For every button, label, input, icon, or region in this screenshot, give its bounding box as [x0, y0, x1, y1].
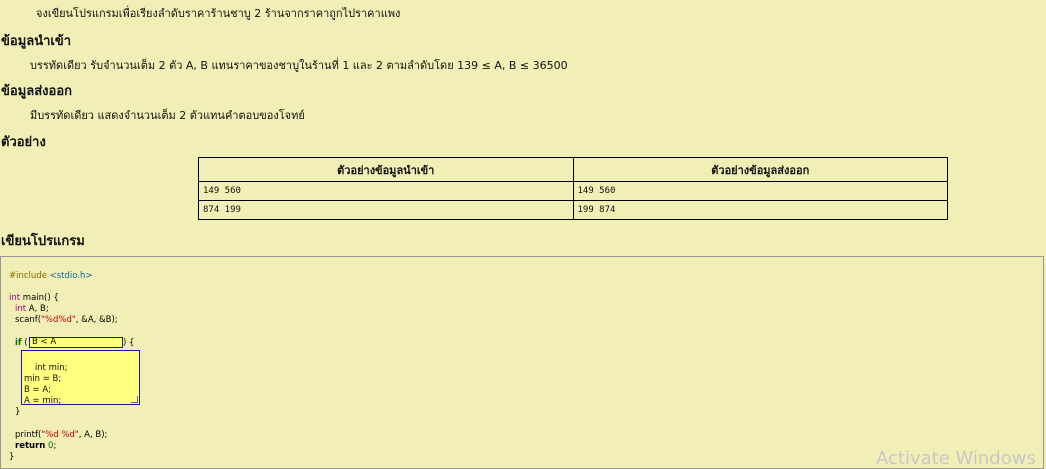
- code-line-decl: int A, B;: [15, 304, 49, 314]
- printf-format: "%d %d": [41, 430, 79, 440]
- return-semicolon: ;: [53, 441, 57, 451]
- code-line-printf: printf("%d %d", A, B);: [15, 430, 107, 440]
- if-open-paren: (: [24, 338, 28, 348]
- example-input-cell: 874 199: [198, 200, 574, 220]
- scanf-call: scanf(: [15, 315, 42, 325]
- if-body-textarea[interactable]: int min; min = B; B = A; A = min;: [21, 350, 140, 406]
- printf-args: , A, B);: [78, 430, 108, 440]
- code-line-main: int main() {: [9, 293, 59, 303]
- code-line-include: #include <stdio.h>: [9, 271, 93, 281]
- input-description: บรรทัดเดียว รับจำนวนเต็ม 2 ตัว A, B แทนร…: [30, 59, 568, 72]
- scanf-args: , &A, &B);: [75, 315, 118, 325]
- problem-statement: จงเขียนโปรแกรมเพื่อเรียงลำดับราคาร้านชาบ…: [36, 7, 401, 20]
- example-output-cell: 149 560: [572, 181, 948, 201]
- condition-input[interactable]: B < A: [29, 337, 123, 348]
- if-body-text: int min; min = B; B = A; A = min;: [24, 363, 68, 406]
- activate-windows-watermark: Activate Windows: [876, 448, 1036, 469]
- main-type-keyword: int: [9, 293, 21, 303]
- scanf-format: "%d%d": [41, 315, 76, 325]
- example-table: ตัวอย่างข้อมูลนำเข้า ตัวอย่างข้อมูลส่งออ…: [198, 157, 948, 220]
- code-line-return: return 0;: [15, 441, 56, 451]
- include-directive: #include: [9, 271, 47, 281]
- example-input-cell: 149 560: [198, 181, 574, 201]
- example-heading: ตัวอย่าง: [1, 135, 46, 150]
- table-row: 874 199 199 874: [198, 200, 948, 220]
- example-input-header: ตัวอย่างข้อมูลนำเข้า: [198, 157, 574, 182]
- if-close-paren: ) {: [123, 338, 135, 348]
- example-output-cell: 199 874: [572, 200, 948, 220]
- return-keyword: return: [15, 441, 46, 451]
- code-line-scanf: scanf("%d%d", &A, &B);: [15, 315, 118, 325]
- main-signature: main() {: [20, 293, 59, 303]
- input-heading: ข้อมูลนำเข้า: [1, 34, 72, 49]
- outer-close-brace: }: [9, 452, 15, 462]
- example-output-header: ตัวอย่างข้อมูลส่งออก: [572, 157, 948, 182]
- example-table-header: ตัวอย่างข้อมูลนำเข้า ตัวอย่างข้อมูลส่งออ…: [198, 157, 948, 182]
- include-header: <stdio.h>: [49, 271, 93, 281]
- printf-call: printf(: [15, 430, 42, 440]
- table-row: 149 560 149 560: [198, 181, 948, 201]
- if-keyword: if: [15, 338, 22, 348]
- output-heading: ข้อมูลส่งออก: [1, 84, 72, 99]
- inner-close-brace: }: [15, 407, 21, 417]
- decl-type-keyword: int: [15, 304, 27, 314]
- resize-handle[interactable]: [131, 396, 138, 403]
- output-description: มีบรรทัดเดียว แสดงจำนวนเต็ม 2 ตัวแทนคำตอ…: [30, 109, 305, 122]
- code-line-if: if (: [15, 338, 28, 348]
- write-program-heading: เขียนโปรแกรม: [1, 234, 85, 249]
- code-editor: #include <stdio.h> int main() { int A, B…: [0, 256, 1044, 469]
- decl-vars: A, B;: [26, 304, 49, 314]
